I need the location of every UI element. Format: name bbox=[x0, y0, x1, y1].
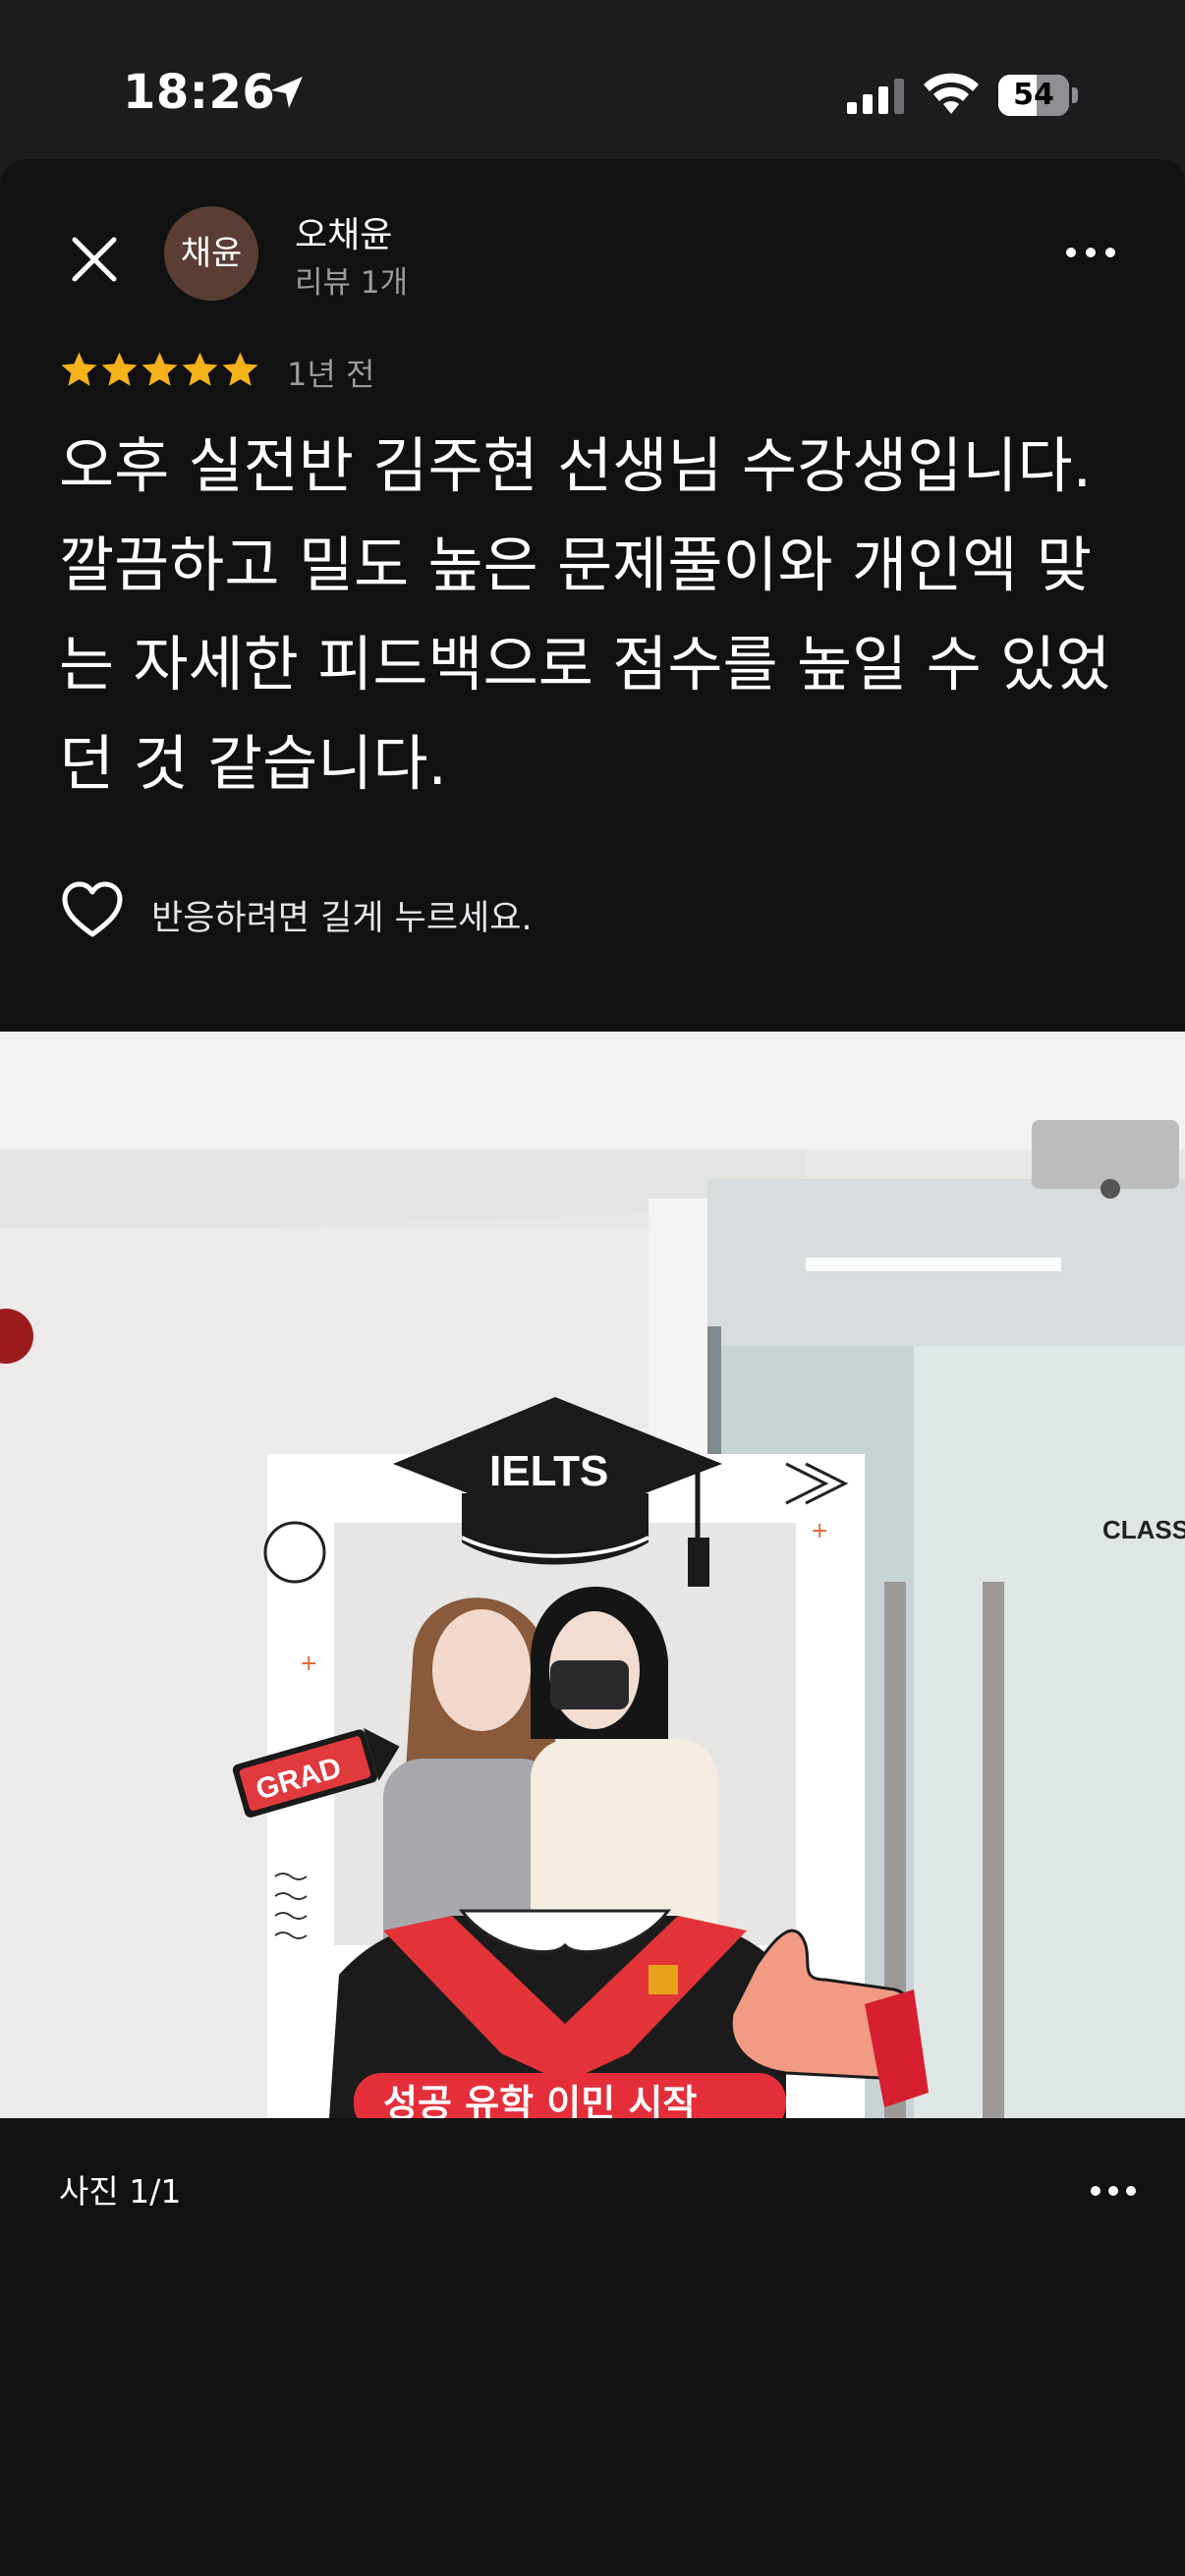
review-date: 1년 전 bbox=[287, 356, 375, 393]
battery-icon: 54 bbox=[998, 75, 1079, 116]
battery-body: 54 bbox=[998, 75, 1069, 116]
status-bar: 18:26 54 bbox=[0, 0, 1185, 157]
review-text: 오후 실전반 김주현 선생님 수강생입니다. 깔끔하고 밀도 높은 문제풀이와 … bbox=[59, 431, 1111, 799]
wall-sign-text: CLASS bbox=[1102, 1515, 1185, 1544]
location-arrow-icon bbox=[271, 77, 303, 108]
cap-text: IELTS bbox=[489, 1447, 608, 1495]
star-icon bbox=[61, 352, 97, 386]
photo-image: CLASS IELTS GRAD 성공 유학 이민 시작 + + bbox=[0, 1032, 1185, 2118]
star-icon bbox=[222, 352, 258, 386]
star-icon bbox=[101, 352, 138, 386]
reviewer-name[interactable]: 오채윤 bbox=[295, 206, 392, 257]
star-icon bbox=[182, 352, 218, 386]
svg-text:+: + bbox=[300, 1652, 317, 1676]
more-options-icon[interactable] bbox=[1061, 238, 1120, 267]
avatar[interactable]: 채윤 bbox=[164, 206, 258, 301]
cellular-signal-icon bbox=[847, 79, 904, 114]
rating-stars bbox=[59, 350, 260, 390]
status-time: 18:26 bbox=[123, 65, 276, 120]
star-icon bbox=[141, 352, 178, 386]
reviewer-review-count: 리뷰 1개 bbox=[295, 265, 409, 301]
close-icon[interactable] bbox=[59, 224, 130, 295]
photo-counter: 사진 1/1 bbox=[59, 2172, 182, 2211]
battery-cap bbox=[1072, 87, 1078, 103]
wifi-icon bbox=[924, 73, 979, 114]
heart-icon bbox=[62, 881, 123, 937]
banner-text: 성공 유학 이민 시작 bbox=[383, 2082, 697, 2118]
svg-text:+: + bbox=[811, 1519, 828, 1543]
photo-more-options-icon[interactable] bbox=[1089, 2179, 1138, 2203]
battery-percent-label: 54 bbox=[1013, 78, 1054, 112]
react-hint-text: 반응하려면 길게 누르세요. bbox=[151, 899, 533, 938]
review-photo[interactable]: CLASS IELTS GRAD 성공 유학 이민 시작 + + bbox=[0, 1032, 1185, 2118]
